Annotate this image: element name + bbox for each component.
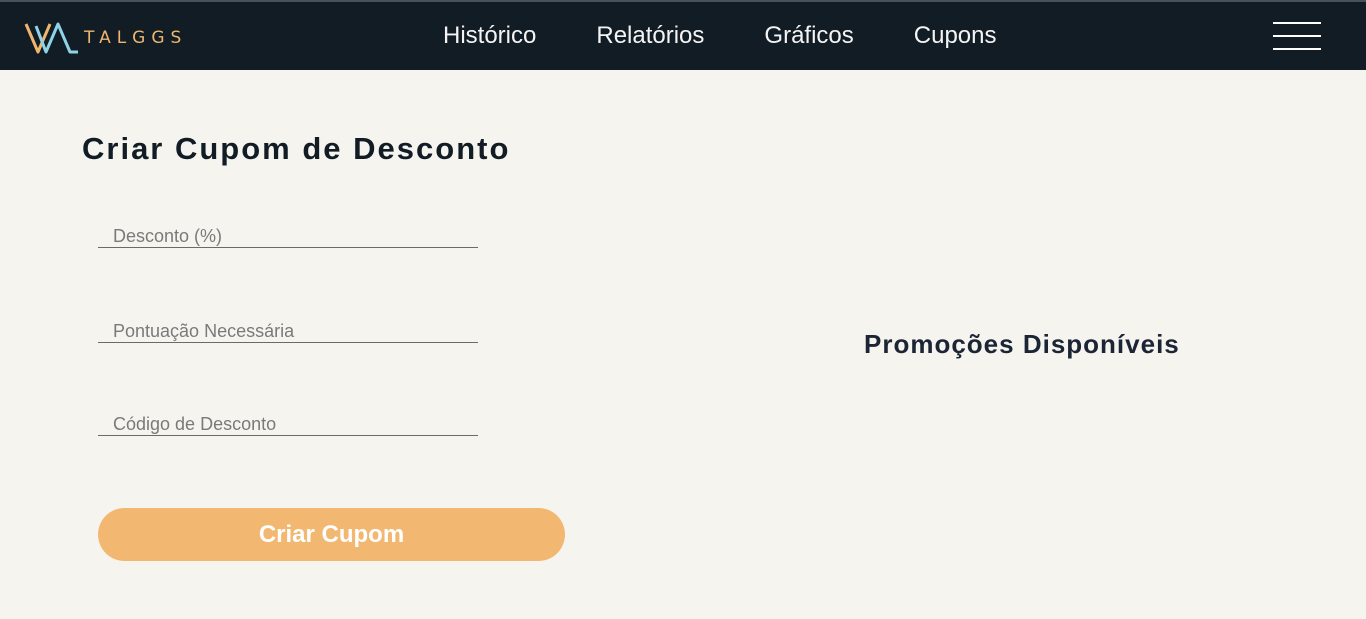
top-navbar: TALGGS Histórico Relatórios Gráficos Cup… [0, 0, 1366, 70]
logo-mark-icon [24, 22, 78, 54]
hamburger-line [1273, 22, 1321, 24]
promotions-title: Promoções Disponíveis [864, 329, 1180, 359]
discount-code-input[interactable] [98, 408, 478, 435]
hamburger-line [1273, 35, 1321, 37]
required-score-field [98, 315, 478, 343]
logo-text: TALGGS [84, 28, 188, 48]
required-score-input[interactable] [98, 315, 478, 342]
logo[interactable]: TALGGS [24, 21, 187, 55]
nav-cupons[interactable]: Cupons [914, 22, 997, 50]
hamburger-line [1273, 48, 1321, 50]
main-nav: Histórico Relatórios Gráficos Cupons [443, 2, 1057, 70]
nav-historico[interactable]: Histórico [443, 22, 536, 50]
nav-relatorios[interactable]: Relatórios [596, 22, 704, 50]
hamburger-menu-icon[interactable] [1273, 22, 1321, 50]
discount-code-field [98, 408, 478, 436]
nav-graficos[interactable]: Gráficos [764, 22, 853, 50]
discount-field [98, 220, 478, 248]
page-title: Criar Cupom de Desconto [82, 131, 511, 166]
create-coupon-button[interactable]: Criar Cupom [98, 508, 565, 561]
discount-input[interactable] [98, 220, 478, 247]
